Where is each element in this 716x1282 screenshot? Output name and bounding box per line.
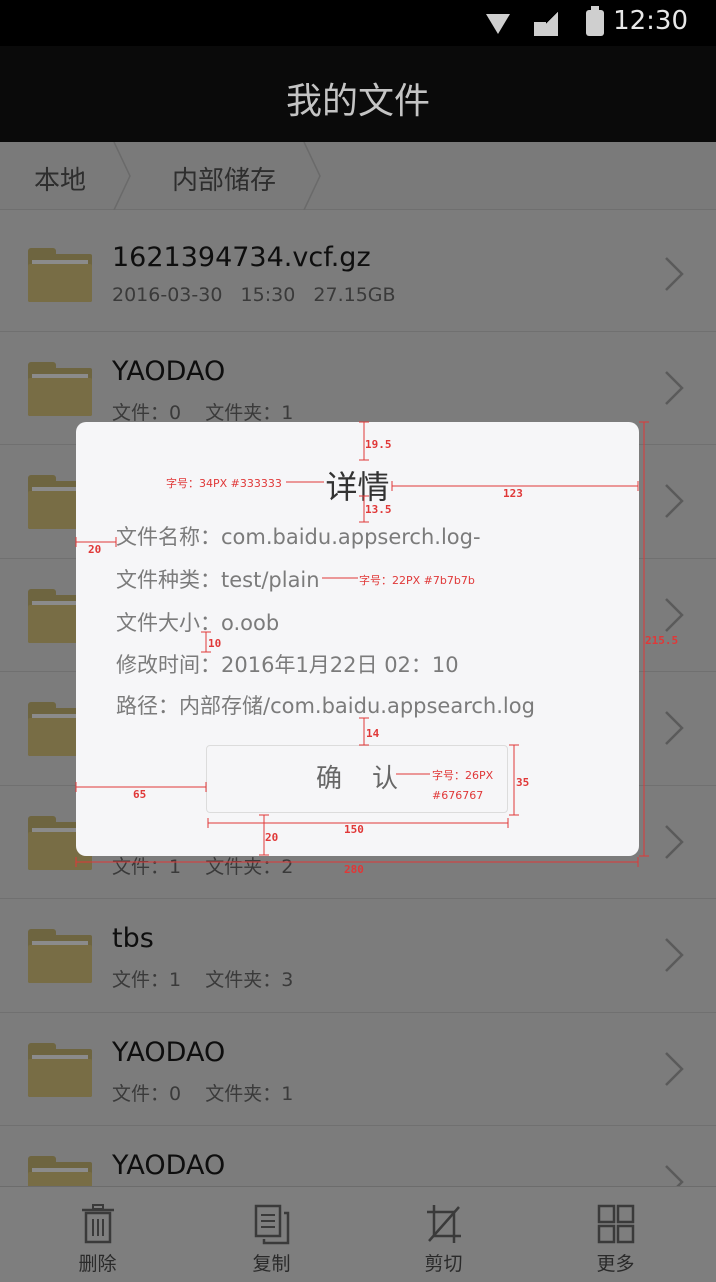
breadcrumb-item-local[interactable]: 本地 — [34, 160, 86, 197]
breadcrumb-item-internal-storage[interactable]: 内部储存 — [172, 160, 276, 197]
spacing-label-150: 150 — [344, 823, 364, 836]
cut-button[interactable]: 剪切 — [354, 1187, 533, 1282]
spacing-label-215-5: 215.5 — [645, 634, 679, 647]
title-bar: 我的文件 — [0, 46, 716, 142]
title-font-spec: 字号：34PX #333333 — [166, 477, 282, 490]
spacing-label-13-5: 13.5 — [365, 503, 392, 516]
breadcrumb-separator-icon — [302, 141, 322, 211]
spacing-label-20-bottom: 20 — [265, 831, 279, 844]
folder-icon — [28, 361, 92, 416]
dialog-title: 详情 — [325, 468, 390, 506]
chevron-right-icon — [665, 370, 684, 405]
spacing-label-19-5: 19.5 — [365, 438, 392, 451]
file-meta: 文件：1 文件夹：3 — [112, 969, 294, 991]
file-name: YAODAO — [112, 355, 226, 387]
more-label: 更多 — [596, 1253, 635, 1275]
button-font-spec: 字号：26PX — [432, 769, 494, 782]
file-meta: 2016-03-30 15:30 27.15GB — [112, 284, 396, 306]
folder-icon — [28, 929, 92, 983]
spacing-label-280: 280 — [344, 863, 364, 876]
chevron-right-icon — [665, 938, 684, 972]
list-item[interactable]: 1621394734.vcf.gz 2016-03-30 15:30 27.15… — [0, 218, 716, 332]
row-font-spec: 字号：22PX #7b7b7b — [359, 574, 475, 587]
trash-icon — [82, 1204, 114, 1244]
chevron-right-icon — [665, 597, 684, 632]
delete-label: 删除 — [78, 1253, 117, 1275]
detail-file-name: 文件名称：com.baidu.appserch.log- — [116, 525, 481, 549]
chevron-right-icon — [665, 824, 684, 859]
list-item[interactable]: YAODAO 文件：0 文件夹：1 — [0, 1013, 716, 1126]
crop-icon — [427, 1205, 461, 1243]
copy-button[interactable]: 复制 — [182, 1187, 361, 1282]
file-meta: 文件：0 文件夹：1 — [112, 1082, 294, 1105]
file-meta: 文件：0 文件夹：1 — [112, 401, 294, 424]
button-color-spec: #676767 — [432, 789, 484, 802]
spacing-label-14: 14 — [366, 727, 380, 740]
chevron-right-icon — [665, 711, 684, 745]
folder-icon — [28, 248, 92, 302]
spacing-label-35: 35 — [516, 776, 530, 789]
status-bar: 12:30 — [0, 0, 716, 46]
list-item[interactable]: tbs 文件：1 文件夹：3 — [0, 899, 716, 1013]
bottom-toolbar: 删除 复制 剪切 更多 — [0, 1186, 716, 1282]
cut-label: 剪切 — [424, 1253, 463, 1275]
breadcrumb: 本地 内部储存 — [0, 141, 716, 211]
detail-file-type: 文件种类：test/plain — [116, 568, 320, 592]
spacing-label-20: 20 — [88, 543, 102, 556]
chevron-right-icon — [665, 257, 684, 291]
spacing-label-65: 65 — [133, 788, 147, 801]
chevron-right-icon — [665, 1051, 684, 1086]
page-title: 我的文件 — [285, 81, 430, 122]
more-button[interactable]: 更多 — [526, 1187, 705, 1282]
file-name: YAODAO — [112, 1036, 226, 1068]
signal-icon — [534, 12, 558, 36]
copy-icon — [254, 1204, 290, 1245]
folder-icon — [28, 1042, 92, 1097]
file-name: YAODAO — [112, 1150, 226, 1181]
copy-label: 复制 — [252, 1253, 291, 1275]
spacing-label-10: 10 — [208, 637, 222, 650]
wifi-icon — [486, 14, 510, 34]
spacing-label-123: 123 — [503, 487, 523, 500]
file-name: tbs — [112, 923, 154, 954]
breadcrumb-separator-icon — [112, 141, 132, 211]
battery-icon — [586, 6, 604, 36]
file-name: 1621394734.vcf.gz — [112, 242, 371, 273]
delete-button[interactable]: 删除 — [8, 1187, 187, 1282]
detail-path: 路径：内部存储/com.baidu.appsearch.log — [116, 694, 535, 718]
detail-modified-time: 修改时间：2016年1月22日 02：10 — [116, 653, 459, 677]
status-time: 12:30 — [613, 6, 688, 36]
chevron-right-icon — [665, 484, 684, 518]
detail-file-size: 文件大小：o.oob — [116, 611, 280, 635]
details-dialog: 详情 文件名称：com.baidu.appserch.log- 文件种类：tes… — [76, 422, 639, 856]
grid-icon — [597, 1204, 635, 1244]
